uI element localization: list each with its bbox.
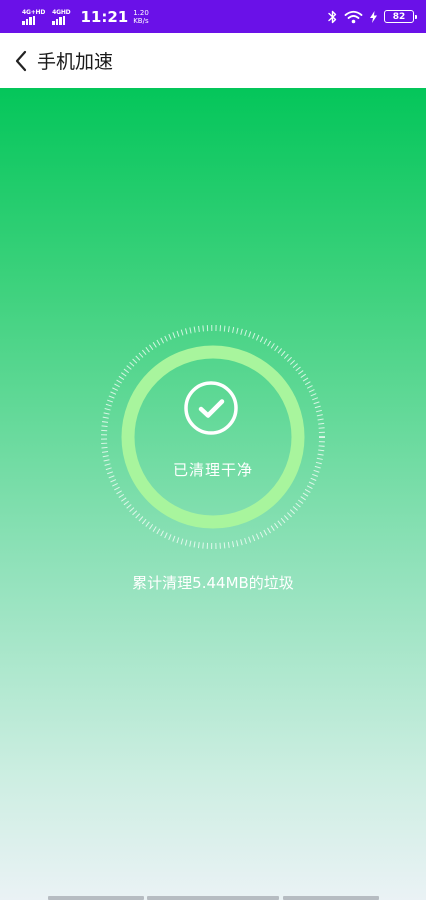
cleaned-summary: 累计清理5.44MB的垃圾	[132, 574, 294, 592]
clean-status-text: 已清理干净	[172, 461, 253, 479]
page-title: 手机加速	[37, 51, 114, 73]
sim2-signal: 4GHD	[52, 8, 71, 25]
signal-bars-icon	[22, 15, 35, 25]
clock: 11:21	[80, 7, 129, 26]
status-icons: 82	[328, 10, 417, 24]
cleaning-dial: 已清理干净	[98, 322, 328, 552]
bluetooth-icon	[328, 10, 337, 23]
dial-ring	[101, 325, 325, 549]
speed-unit: KB/s	[133, 16, 149, 25]
sim2-label: 4GHD	[52, 8, 71, 16]
signal-bars-icon	[52, 15, 66, 25]
header: 手机加速	[0, 33, 426, 88]
bottom-bar	[283, 896, 379, 900]
chevron-left-icon	[15, 50, 27, 71]
bottom-bar-strip	[0, 896, 426, 900]
speed-value: 1.20	[133, 8, 149, 17]
battery-icon: 82	[384, 10, 417, 23]
wifi-icon	[344, 10, 363, 23]
network-speed: 1.20 KB/s	[133, 9, 149, 25]
bottom-bar	[48, 896, 144, 900]
bottom-bar	[147, 896, 279, 900]
sim1-label: 4G+HD	[22, 8, 46, 16]
status-bar: 4G+HD 4GHD 11:21 1.20 KB/s 82	[0, 0, 426, 33]
back-button[interactable]	[6, 41, 36, 81]
battery-level: 82	[392, 11, 406, 22]
sim1-signal: 4G+HD	[22, 9, 45, 25]
charging-bolt-icon	[370, 10, 377, 23]
check-circle-icon	[184, 381, 238, 435]
main-panel: 已清理干净 累计清理5.44MB的垃圾	[0, 88, 426, 900]
